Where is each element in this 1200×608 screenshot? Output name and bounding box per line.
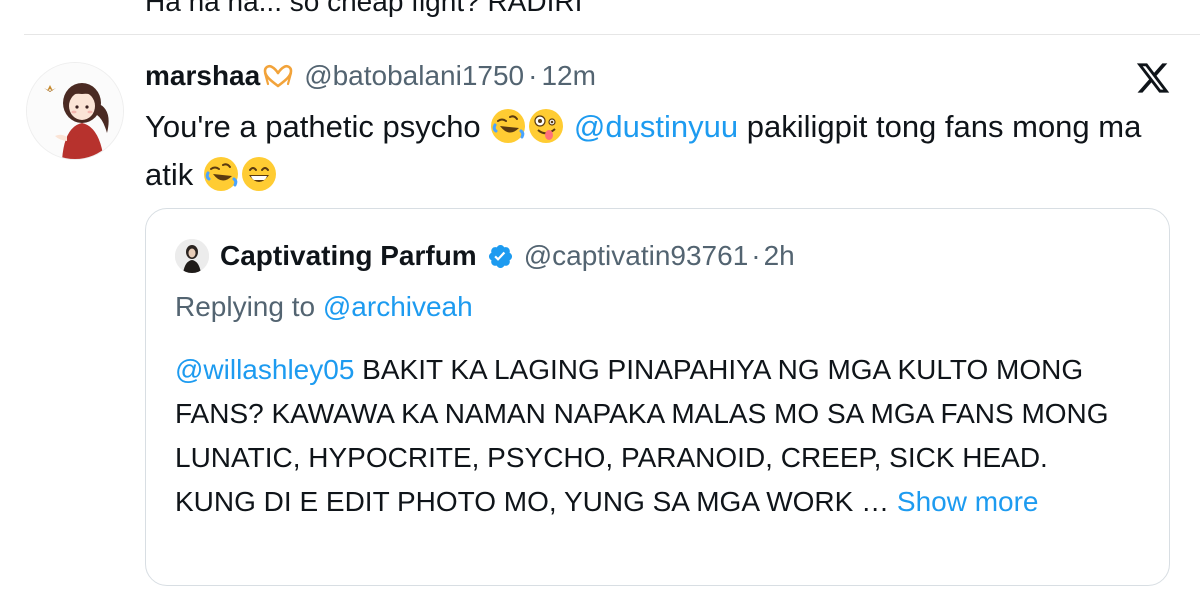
rofl-emoji	[491, 109, 526, 143]
handle[interactable]: @batobalani1750	[304, 60, 524, 92]
rofl-emoji	[203, 157, 238, 191]
previous-tweet-text: Ha ha ha... so cheap fight? RADIRI	[145, 0, 583, 17]
quoted-avatar[interactable]	[175, 239, 209, 273]
quoted-tweet-text: @willashley05 BAKIT KA LAGING PINAPAHIYA…	[175, 348, 1160, 524]
separator-dot: ·	[528, 60, 538, 91]
quoted-timestamp[interactable]: 2h	[764, 240, 795, 272]
quoted-tweet-header: Captivating Parfum @captivatin93761 · 2h	[220, 237, 795, 275]
quoted-display-name[interactable]: Captivating Parfum	[220, 240, 477, 272]
replying-to-handle[interactable]: @archiveah	[323, 291, 473, 322]
avatar-illustration	[27, 63, 123, 159]
x-logo-icon[interactable]	[1135, 60, 1171, 96]
grinning-face-emoji	[241, 157, 276, 191]
show-more-link[interactable]: Show more	[897, 486, 1039, 517]
display-name[interactable]: marshaa	[145, 60, 260, 92]
tweet-text-part1: You're a pathetic psycho	[145, 109, 490, 144]
avatar[interactable]	[26, 62, 124, 160]
heart-hands-icon	[263, 64, 293, 88]
tweet-text: You're a pathetic psycho @dustinyuu paki…	[145, 103, 1160, 199]
quoted-avatar-illustration	[175, 239, 209, 273]
replying-to-line: Replying to @archiveah	[175, 291, 473, 323]
zany-face-emoji	[529, 109, 564, 143]
quoted-body-line2: KUNG DI E EDIT PHOTO MO, YUNG SA MGA WOR…	[175, 486, 897, 517]
tweet-header: marshaa @batobalani1750 · 12m	[145, 58, 596, 94]
quoted-separator-dot: ·	[751, 240, 761, 271]
divider	[24, 34, 1200, 35]
timestamp[interactable]: 12m	[541, 60, 595, 92]
quoted-mention-link[interactable]: @willashley05	[175, 354, 354, 385]
quoted-tweet-card[interactable]: Captivating Parfum @captivatin93761 · 2h…	[145, 208, 1170, 586]
replying-to-label: Replying to	[175, 291, 323, 322]
mention-link[interactable]: @dustinyuu	[574, 109, 738, 144]
quoted-handle[interactable]: @captivatin93761	[524, 240, 749, 272]
verified-badge-icon[interactable]	[487, 243, 514, 270]
